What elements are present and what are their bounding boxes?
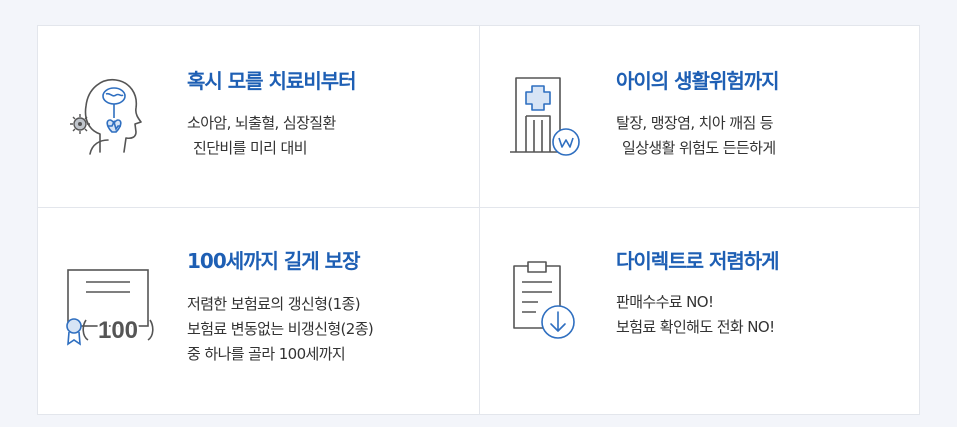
- feature-card-direct: 다이렉트로 저렴하게 판매수수료 NO! 보험료 확인해도 전화 NO!: [479, 207, 919, 414]
- description-line: 보험료 확인해도 전화 NO!: [616, 318, 775, 336]
- description-line: 보험료 변동없는 비갱신형(2종): [187, 320, 374, 338]
- feature-description: 판매수수료 NO! 보험료 확인해도 전화 NO!: [616, 290, 775, 340]
- feature-card-daily-risk: 아이의 생활위험까지 탈장, 맹장염, 치아 깨짐 등 일상생활 위험도 든든하…: [479, 26, 919, 207]
- feature-title: 100세까지 길게 보장: [187, 249, 360, 273]
- brain-heart-icon: [70, 79, 142, 155]
- feature-description: 소아암, 뇌출혈, 심장질환 진단비를 미리 대비: [187, 111, 336, 161]
- feature-description: 탈장, 맹장염, 치아 깨짐 등 일상생활 위험도 든든하게: [616, 111, 776, 161]
- certificate-100-icon: 100: [66, 269, 154, 346]
- description-line: 탈장, 맹장염, 치아 깨짐 등: [616, 114, 774, 132]
- feature-title: 다이렉트로 저렴하게: [616, 249, 780, 273]
- description-line: 진단비를 미리 대비: [193, 139, 308, 157]
- description-line: 저렴한 보험료의 갱신형(1종): [187, 295, 361, 313]
- feature-title: 혹시 모를 치료비부터: [187, 69, 357, 93]
- description-line: 일상생활 위험도 든든하게: [622, 139, 776, 157]
- feature-card-coverage: 100 100세까지 길게 보장 저렴한 보험료의 갱신형(1종) 보험료 변동…: [38, 207, 479, 414]
- description-line: 소아암, 뇌출혈, 심장질환: [187, 114, 336, 132]
- feature-grid: 혹시 모를 치료비부터 소아암, 뇌출혈, 심장질환 진단비를 미리 대비 아이…: [37, 25, 920, 415]
- feature-description: 저렴한 보험료의 갱신형(1종) 보험료 변동없는 비갱신형(2종) 중 하나를…: [187, 292, 374, 367]
- feature-title: 아이의 생활위험까지: [616, 69, 780, 93]
- clipboard-download-icon: [513, 261, 575, 339]
- feature-card-treatment: 혹시 모를 치료비부터 소아암, 뇌출혈, 심장질환 진단비를 미리 대비: [38, 26, 479, 207]
- description-line: 중 하나를 골라 100세까지: [187, 345, 346, 363]
- hospital-building-icon: [510, 77, 580, 156]
- description-line: 판매수수료 NO!: [616, 293, 714, 311]
- badge-number: 100: [98, 317, 138, 344]
